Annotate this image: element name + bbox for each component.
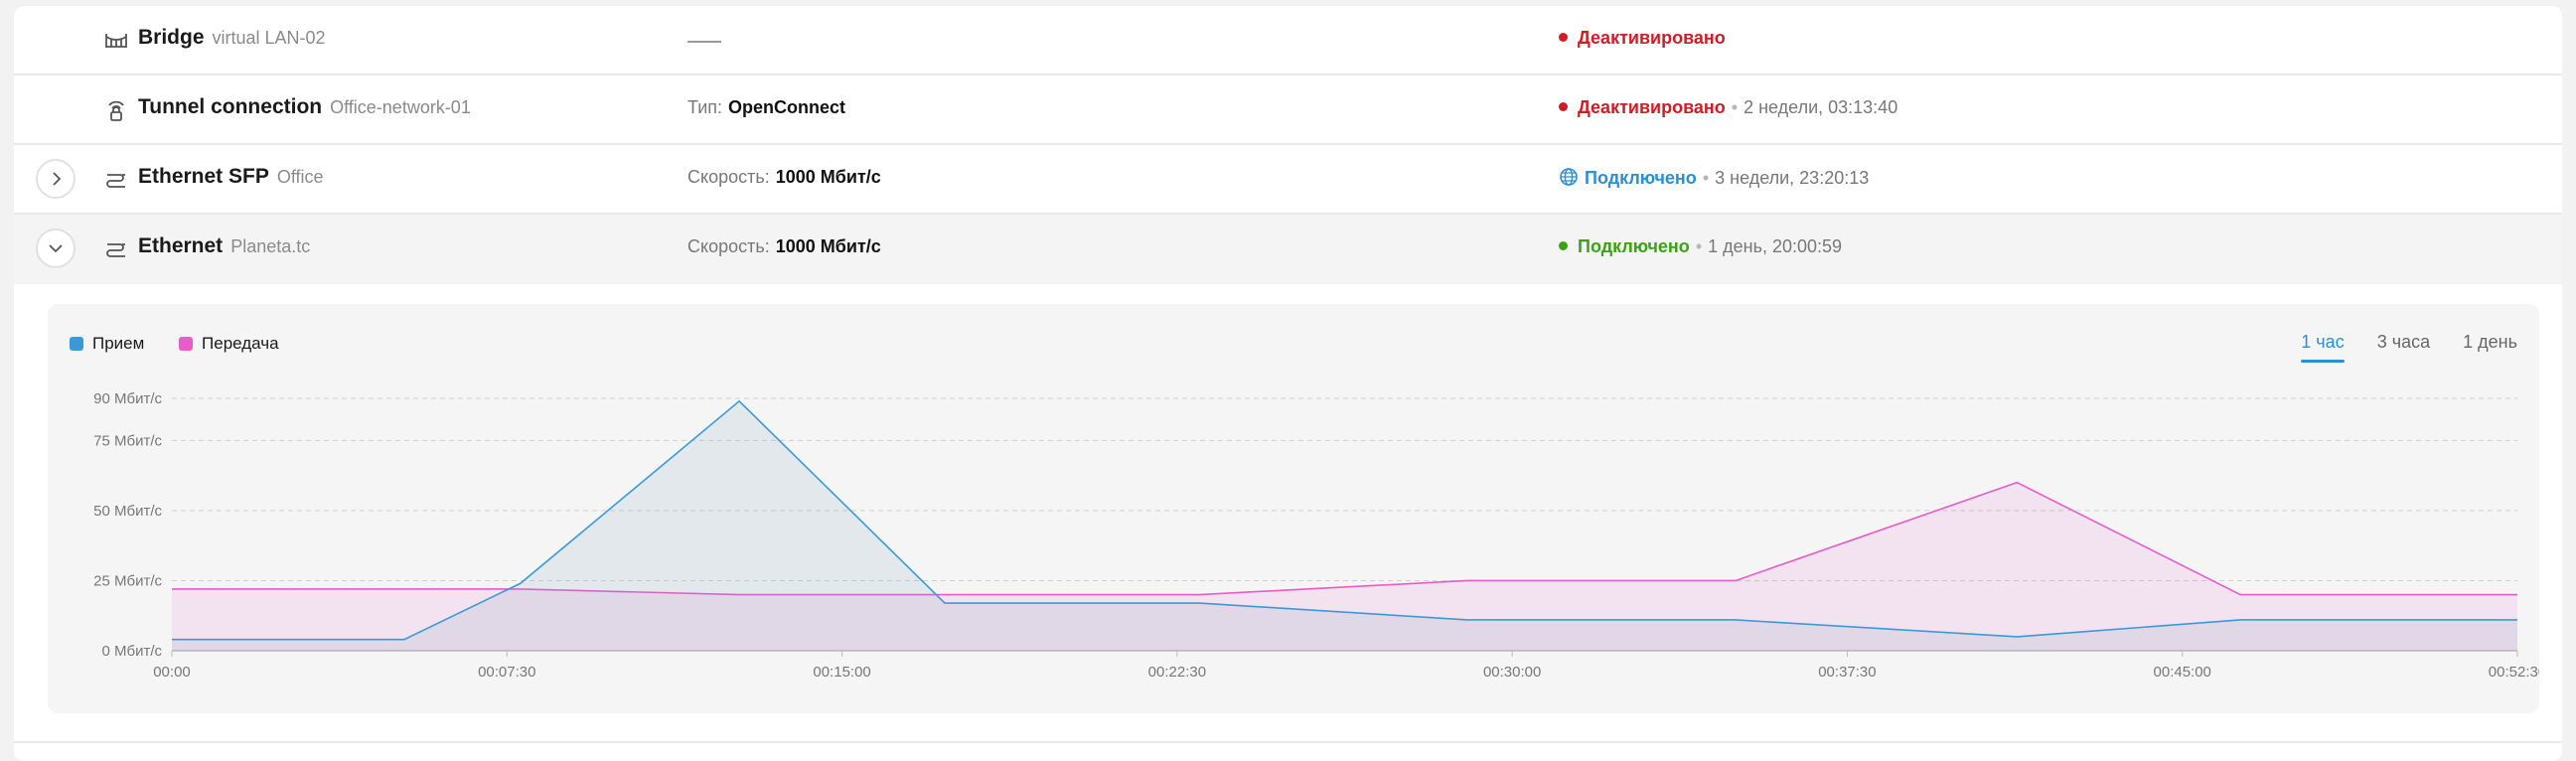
- separator: •: [1702, 168, 1710, 188]
- connection-detail: Скорость: 1000 Мбит/с: [687, 236, 881, 257]
- x-tick-label: 00:37:30: [1818, 664, 1876, 681]
- detail-label: Тип:: [687, 97, 723, 117]
- y-tick-label: 75 Мбит/с: [93, 432, 162, 449]
- connection-detail: Скорость: 1000 Мбит/с: [687, 167, 881, 188]
- y-tick-label: 25 Мбит/с: [93, 572, 162, 589]
- connection-row-bridge[interactable]: Bridge virtual LAN-02 Деактивировано: [14, 6, 2562, 76]
- connection-name: Ethernet Planeta.tc: [138, 234, 310, 258]
- connection-title: Ethernet SFP: [138, 165, 269, 188]
- connection-detail: Тип: OpenConnect: [687, 97, 845, 118]
- connection-row-ethernet-sfp[interactable]: Ethernet SFP Office Скорость: 1000 Мбит/с …: [14, 145, 2562, 215]
- status-duration: 2 недели, 03:13:40: [1743, 97, 1898, 117]
- status-duration: 1 день, 20:00:59: [1708, 236, 1843, 256]
- traffic-chart: 0 Мбит/с 25 Мбит/с 50 Мбит/с 75 Мбит/с 90 Мб…: [93, 390, 2539, 681]
- chevron-right-icon: [53, 172, 62, 186]
- chevron-down-icon: [49, 244, 63, 253]
- status: Деактивировано • 2 недели, 03:13:40: [1559, 97, 1897, 118]
- status-text: Деактивировано: [1578, 97, 1726, 117]
- y-tick-label: 50 Мбит/с: [93, 503, 162, 520]
- connection-subtitle: Office-network-01: [330, 97, 471, 117]
- x-tick-label: 00:30:00: [1483, 664, 1541, 681]
- x-tick-label: 00:15:00: [813, 664, 870, 681]
- connection-subtitle: Planeta.tc: [230, 236, 311, 256]
- connection-title: Ethernet: [138, 234, 224, 257]
- x-tick-label: 00:52:30: [2489, 664, 2539, 681]
- traffic-chart-card: Прием Передача 1 час 3 часа 1 день 0 Мби…: [48, 304, 2539, 713]
- collapse-toggle[interactable]: [36, 228, 76, 268]
- connection-row-tunnel[interactable]: Tunnel connection Office-network-01 Тип: O…: [14, 76, 2562, 145]
- connection-row-ethernet[interactable]: Ethernet Planeta.tc Скорость: 1000 Мбит/с …: [14, 215, 2562, 284]
- y-tick-label: 0 Мбит/с: [101, 643, 162, 660]
- status: Подключено • 1 день, 20:00:59: [1559, 236, 1842, 257]
- detail-value: 1000 Мбит/с: [775, 167, 881, 187]
- connection-name: Ethernet SFP Office: [138, 165, 324, 189]
- bridge-icon: [105, 34, 127, 48]
- detail-value: 1000 Мбит/с: [775, 236, 881, 256]
- status-text: Подключено: [1578, 236, 1690, 256]
- tunnel-icon: [108, 100, 124, 121]
- x-tick-label: 00:07:30: [478, 664, 535, 681]
- empty-detail-dash: [687, 41, 721, 43]
- status-text: Деактивировано: [1578, 28, 1726, 48]
- connection-title: Tunnel connection: [138, 95, 323, 118]
- connection-subtitle: Office: [276, 167, 324, 187]
- expand-toggle[interactable]: [36, 159, 76, 199]
- status: Подключено • 3 недели, 23:20:13: [1559, 167, 1869, 189]
- connection-name: Tunnel connection Office-network-01: [138, 95, 471, 119]
- y-tick-label: 90 Мбит/с: [93, 390, 162, 407]
- status: Деактивировано: [1559, 28, 1726, 49]
- separator: •: [1695, 236, 1703, 256]
- status-dot: [1559, 102, 1568, 111]
- status-dot: [1559, 33, 1568, 42]
- x-tick-label: 00:45:00: [2154, 664, 2211, 681]
- connection-subtitle: virtual LAN-02: [212, 28, 326, 48]
- globe-icon: [1560, 168, 1578, 186]
- detail-label: Скорость:: [687, 236, 770, 256]
- connection-name: Bridge virtual LAN-02: [138, 26, 326, 50]
- separator: •: [1731, 97, 1739, 117]
- x-tick-label: 00:00: [153, 664, 191, 681]
- status-text: Подключено: [1585, 168, 1697, 188]
- ethernet-icon: [106, 174, 125, 188]
- detail-value: OpenConnect: [728, 97, 846, 117]
- divider: [14, 741, 2562, 743]
- ethernet-icon: [106, 243, 125, 257]
- status-dot: [1559, 241, 1568, 250]
- x-tick-label: 00:22:30: [1148, 664, 1206, 681]
- connections-panel: Bridge virtual LAN-02 Деактивировано Tunn…: [14, 6, 2562, 761]
- detail-label: Скорость:: [687, 167, 770, 187]
- status-duration: 3 недели, 23:20:13: [1715, 168, 1870, 188]
- connection-title: Bridge: [138, 26, 205, 49]
